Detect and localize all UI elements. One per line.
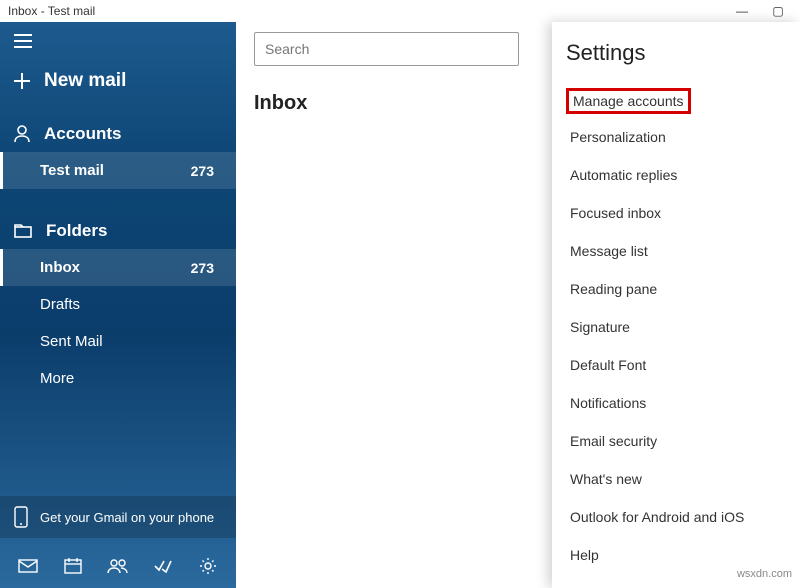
- settings-item-default-font[interactable]: Default Font: [566, 348, 650, 382]
- settings-item-whats-new[interactable]: What's new: [566, 462, 646, 496]
- settings-title: Settings: [566, 40, 786, 66]
- settings-item-signature[interactable]: Signature: [566, 310, 634, 344]
- account-count: 273: [191, 163, 214, 179]
- settings-panel: Settings Manage accounts Personalization…: [552, 22, 800, 588]
- settings-item-email-security[interactable]: Email security: [566, 424, 661, 458]
- watermark: wsxdn.com: [737, 568, 792, 580]
- folders-label: Folders: [46, 221, 107, 241]
- settings-item-message-list[interactable]: Message list: [566, 234, 652, 268]
- phone-icon: [14, 506, 28, 528]
- people-icon: [107, 558, 129, 574]
- calendar-nav-button[interactable]: [57, 554, 89, 578]
- account-name: Test mail: [40, 162, 104, 179]
- window-controls: — ▢: [732, 4, 796, 18]
- banner-text: Get your Gmail on your phone: [40, 510, 214, 525]
- account-item-test-mail[interactable]: Test mail 273: [0, 152, 236, 189]
- plus-icon: [14, 73, 30, 89]
- person-icon: [14, 125, 30, 143]
- minimize-button[interactable]: —: [732, 4, 752, 18]
- gmail-phone-banner[interactable]: Get your Gmail on your phone: [0, 496, 236, 538]
- folder-item-drafts[interactable]: Drafts: [0, 286, 236, 323]
- maximize-button[interactable]: ▢: [768, 4, 788, 18]
- settings-item-notifications[interactable]: Notifications: [566, 386, 650, 420]
- settings-item-personalization[interactable]: Personalization: [566, 120, 670, 154]
- window-title: Inbox - Test mail: [8, 4, 95, 18]
- people-nav-button[interactable]: [102, 554, 134, 578]
- settings-item-reading-pane[interactable]: Reading pane: [566, 272, 661, 306]
- calendar-icon: [64, 558, 82, 574]
- folder-name: More: [40, 370, 74, 387]
- search-input[interactable]: [254, 32, 519, 66]
- title-bar: Inbox - Test mail — ▢: [0, 0, 800, 22]
- mail-icon: [18, 559, 38, 573]
- folder-item-more[interactable]: More: [0, 360, 236, 397]
- folder-item-sent-mail[interactable]: Sent Mail: [0, 323, 236, 360]
- settings-nav-button[interactable]: [192, 554, 224, 578]
- folder-count: 273: [191, 260, 214, 276]
- folder-name: Sent Mail: [40, 333, 103, 350]
- checkmark-icon: [154, 559, 172, 573]
- folders-section-header[interactable]: Folders: [0, 207, 236, 249]
- accounts-section-header[interactable]: Accounts: [0, 110, 236, 152]
- folder-icon: [14, 224, 32, 238]
- todo-nav-button[interactable]: [147, 554, 179, 578]
- hamburger-icon: [14, 34, 32, 48]
- accounts-label: Accounts: [44, 124, 121, 144]
- settings-item-outlook-mobile[interactable]: Outlook for Android and iOS: [566, 500, 748, 534]
- gear-icon: [199, 557, 217, 575]
- settings-item-manage-accounts[interactable]: Manage accounts: [566, 88, 691, 114]
- sidebar: New mail Accounts Test mail 273 Folders …: [0, 22, 236, 588]
- new-mail-button[interactable]: New mail: [0, 56, 236, 110]
- settings-item-automatic-replies[interactable]: Automatic replies: [566, 158, 681, 192]
- folder-name: Drafts: [40, 296, 80, 313]
- settings-item-help[interactable]: Help: [566, 538, 603, 572]
- settings-item-focused-inbox[interactable]: Focused inbox: [566, 196, 665, 230]
- folder-item-inbox[interactable]: Inbox 273: [0, 249, 236, 286]
- new-mail-label: New mail: [44, 70, 126, 92]
- hamburger-menu-button[interactable]: [0, 22, 236, 56]
- mail-nav-button[interactable]: [12, 554, 44, 578]
- bottom-nav: [0, 546, 236, 588]
- folder-name: Inbox: [40, 259, 80, 276]
